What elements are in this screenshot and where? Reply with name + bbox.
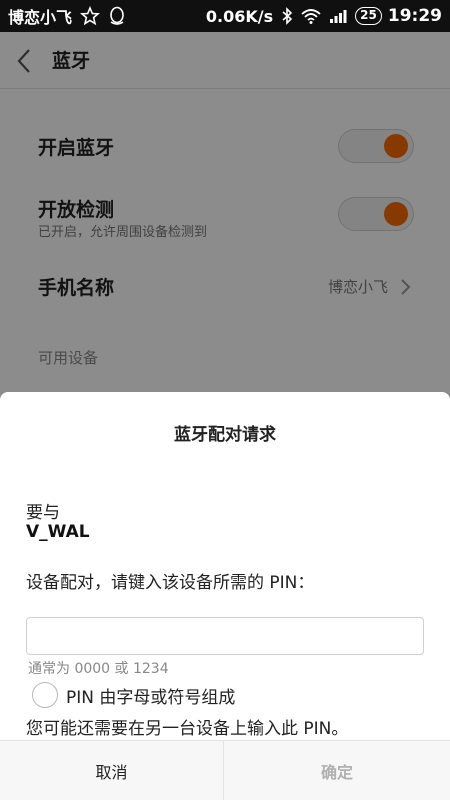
status-bar: 博恋小飞 0.06K/s 25 19:29 bbox=[0, 0, 450, 32]
status-bar-right: 0.06K/s 25 19:29 bbox=[206, 0, 442, 32]
dialog-text-pair-with: 要与 bbox=[26, 503, 60, 523]
qq-penguin-icon bbox=[108, 6, 126, 26]
alphanumeric-pin-checkbox[interactable] bbox=[32, 682, 58, 708]
battery-level: 25 bbox=[355, 7, 382, 25]
confirm-button[interactable]: 确定 bbox=[225, 741, 449, 800]
network-speed: 0.06K/s bbox=[205, 6, 274, 26]
bluetooth-icon bbox=[281, 7, 293, 25]
cancel-button[interactable]: 取消 bbox=[0, 741, 224, 800]
dialog-note: 您可能还需要在另一台设备上输入此 PIN。 bbox=[26, 719, 349, 739]
pin-hint: 通常为 0000 或 1234 bbox=[28, 661, 169, 677]
dialog-button-bar: 取消 确定 bbox=[0, 740, 450, 800]
clock: 19:29 bbox=[387, 6, 442, 26]
checkbox-label: PIN 由字母或符号组成 bbox=[66, 687, 236, 708]
pairing-dialog: 蓝牙配对请求 要与 V_WAL 设备配对，请键入该设备所需的 PIN： 通常为 … bbox=[0, 392, 450, 800]
wifi-icon bbox=[301, 8, 321, 24]
carrier-label: 博恋小飞 bbox=[8, 8, 73, 27]
dialog-instruction: 设备配对，请键入该设备所需的 PIN： bbox=[26, 573, 315, 593]
dialog-title: 蓝牙配对请求 bbox=[174, 425, 276, 445]
star-icon bbox=[80, 6, 101, 26]
pin-input[interactable] bbox=[26, 617, 424, 655]
status-bar-left: 博恋小飞 bbox=[8, 0, 134, 32]
alphanumeric-pin-option[interactable]: PIN 由字母或符号组成 bbox=[32, 680, 235, 710]
device-name-label: V_WAL bbox=[26, 522, 90, 542]
signal-icon bbox=[329, 8, 347, 24]
